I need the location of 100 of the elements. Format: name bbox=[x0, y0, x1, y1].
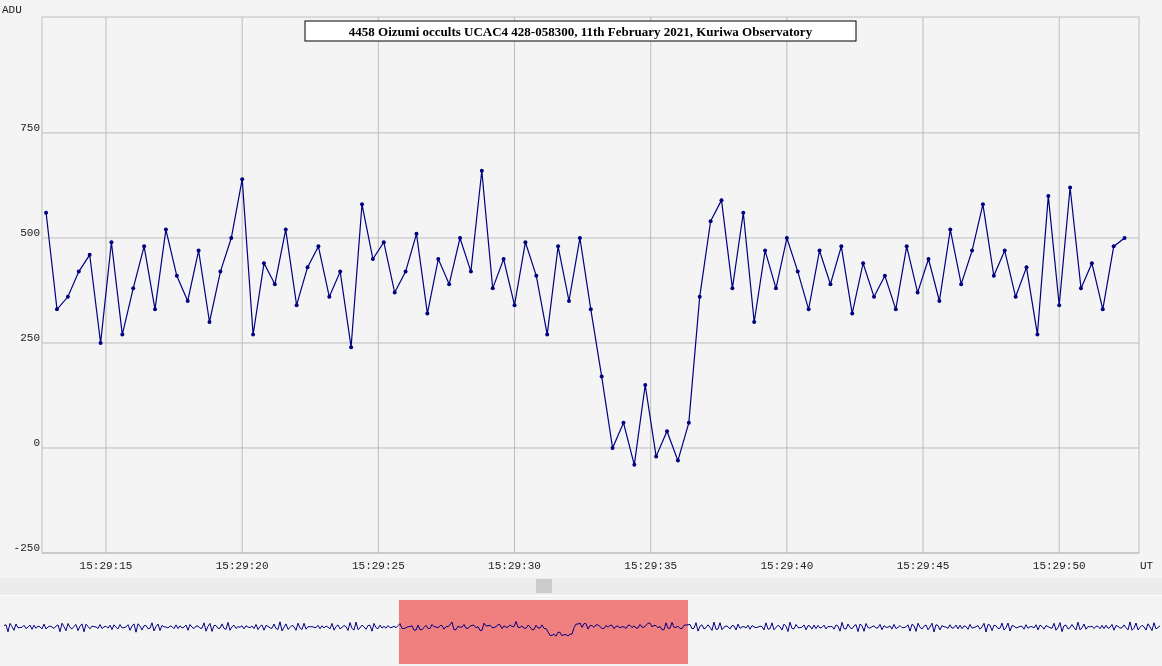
data-point bbox=[839, 244, 844, 249]
data-point bbox=[1100, 307, 1105, 312]
data-point bbox=[458, 235, 463, 240]
data-point bbox=[904, 244, 909, 249]
data-point bbox=[327, 294, 332, 299]
data-point bbox=[163, 227, 168, 232]
x-tick-label: 15:29:30 bbox=[488, 560, 541, 572]
data-point bbox=[360, 202, 364, 207]
data-point bbox=[970, 248, 975, 253]
data-point bbox=[403, 269, 408, 274]
data-point bbox=[76, 269, 81, 274]
y-tick-label: 750 bbox=[20, 121, 40, 134]
data-point bbox=[98, 340, 103, 345]
data-point bbox=[1013, 294, 1018, 299]
data-point bbox=[697, 294, 702, 299]
data-point bbox=[632, 462, 637, 467]
y-tick-label: -250 bbox=[13, 542, 40, 554]
data-point bbox=[381, 240, 386, 245]
x-tick-label: 15:29:40 bbox=[760, 560, 814, 572]
data-point bbox=[240, 177, 245, 182]
data-point bbox=[414, 231, 419, 236]
data-point bbox=[621, 420, 626, 425]
data-point bbox=[153, 307, 157, 312]
data-point bbox=[1111, 244, 1116, 249]
data-point bbox=[861, 261, 866, 266]
data-point bbox=[882, 273, 887, 278]
data-point bbox=[599, 374, 604, 379]
data-point bbox=[436, 256, 441, 261]
data-point bbox=[55, 307, 59, 312]
data-point bbox=[654, 454, 659, 459]
data-point bbox=[1046, 193, 1051, 198]
selection-window[interactable] bbox=[399, 600, 688, 664]
data-point bbox=[1002, 248, 1007, 253]
data-point bbox=[937, 298, 942, 303]
data-point bbox=[523, 240, 528, 245]
data-point bbox=[196, 248, 201, 253]
y-tick-label: 250 bbox=[20, 331, 40, 344]
data-point bbox=[490, 286, 495, 291]
data-point bbox=[534, 273, 539, 278]
scrollbar-handle[interactable] bbox=[536, 579, 552, 593]
x-tick-label: 15:29:35 bbox=[624, 560, 678, 572]
data-point bbox=[447, 282, 452, 287]
data-point bbox=[752, 319, 757, 324]
data-point bbox=[87, 252, 92, 257]
data-point bbox=[741, 210, 746, 215]
data-point bbox=[479, 168, 484, 173]
data-point bbox=[349, 345, 354, 350]
x-tick-label: 15:29:25 bbox=[351, 560, 405, 572]
data-point bbox=[828, 282, 833, 287]
data-point bbox=[577, 235, 582, 240]
data-point bbox=[251, 332, 256, 337]
y-axis-title: ADU bbox=[2, 4, 22, 16]
data-point bbox=[773, 286, 778, 291]
data-point bbox=[207, 319, 212, 324]
data-point bbox=[468, 269, 473, 274]
data-point bbox=[893, 307, 898, 312]
data-point bbox=[109, 240, 114, 245]
data-point bbox=[665, 429, 670, 434]
data-point bbox=[1079, 286, 1083, 291]
y-tick-label: 500 bbox=[20, 226, 40, 239]
data-point bbox=[872, 294, 876, 299]
data-point bbox=[185, 298, 190, 303]
data-point bbox=[370, 256, 375, 261]
data-point bbox=[283, 227, 288, 232]
data-point bbox=[806, 307, 811, 312]
data-point bbox=[567, 298, 571, 303]
data-point bbox=[1122, 235, 1127, 240]
data-point bbox=[556, 244, 561, 249]
data-point bbox=[817, 248, 822, 253]
data-point bbox=[305, 265, 310, 270]
y-tick-label: 0 bbox=[33, 437, 40, 449]
data-point bbox=[643, 383, 648, 387]
data-point bbox=[1089, 261, 1094, 266]
data-point bbox=[261, 261, 266, 266]
x-tick-label: 15:29:50 bbox=[1032, 560, 1086, 572]
data-point bbox=[763, 248, 768, 253]
data-point bbox=[719, 198, 724, 203]
data-point bbox=[44, 210, 49, 215]
data-point bbox=[795, 269, 800, 274]
chart-title: 4458 Oizumi occults UCAC4 428-058300, 11th February 2021, Kuriwa Observatory bbox=[304, 20, 857, 42]
x-axis-title: UT bbox=[1140, 560, 1154, 572]
data-point bbox=[959, 282, 964, 287]
data-point bbox=[948, 227, 953, 232]
data-point bbox=[1035, 332, 1040, 337]
data-point bbox=[980, 202, 985, 207]
data-point bbox=[610, 446, 615, 450]
data-point bbox=[392, 290, 397, 295]
x-tick-label: 15:29:15 bbox=[79, 560, 133, 572]
data-point bbox=[131, 286, 136, 291]
data-point bbox=[850, 311, 855, 316]
data-point bbox=[425, 311, 430, 316]
data-point bbox=[65, 294, 70, 299]
data-point bbox=[229, 235, 234, 240]
data-point bbox=[1024, 265, 1029, 270]
data-point bbox=[915, 290, 920, 295]
data-point bbox=[588, 307, 593, 312]
data-point bbox=[338, 269, 343, 274]
data-point bbox=[120, 332, 125, 337]
data-point bbox=[512, 303, 517, 308]
data-point bbox=[294, 303, 299, 308]
